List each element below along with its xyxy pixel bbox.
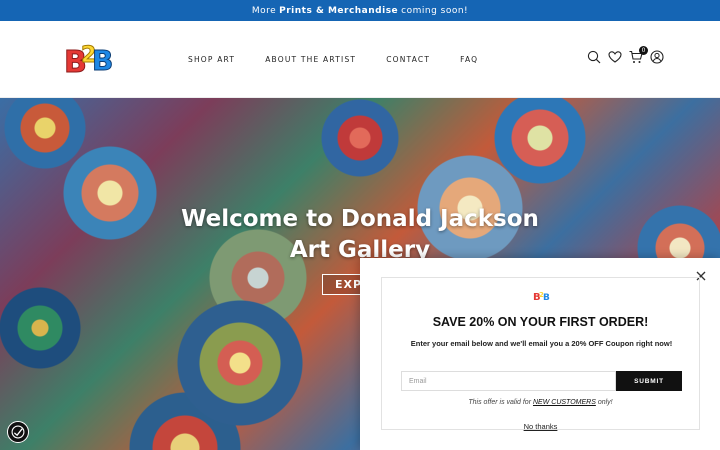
email-input[interactable]: Email <box>401 371 616 391</box>
hero-title: Welcome to Donald Jackson Art Gallery <box>181 206 539 263</box>
cart-button[interactable]: 0 <box>629 46 648 64</box>
nav-about-the-artist[interactable]: ABOUT THE ARTIST <box>265 55 356 64</box>
accessibility-icon[interactable] <box>7 421 29 443</box>
offer-highlight: NEW CUSTOMERS <box>532 399 596 406</box>
announcement-suffix: coming soon! <box>401 5 469 16</box>
search-icon[interactable] <box>587 50 601 64</box>
svg-text:B: B <box>92 44 113 77</box>
main-nav: SHOP ART ABOUT THE ARTIST CONTACT FAQ <box>188 55 478 64</box>
discount-popup: B 2 B SAVE 20% ON YOUR FIRST ORDER! Ente… <box>360 258 720 450</box>
cart-count-badge: 0 <box>639 46 648 55</box>
site-header: B 2 B SHOP ART ABOUT THE ARTIST CONTACT … <box>0 21 720 98</box>
heart-icon[interactable] <box>608 50 622 64</box>
popup-content: B 2 B SAVE 20% ON YOUR FIRST ORDER! Ente… <box>381 277 700 431</box>
popup-logo: B 2 B <box>533 291 550 302</box>
nav-shop-art[interactable]: SHOP ART <box>188 55 235 64</box>
offer-suffix: only! <box>597 399 613 406</box>
account-icon[interactable] <box>650 50 664 64</box>
nav-contact[interactable]: CONTACT <box>386 55 430 64</box>
brand-logo[interactable]: B 2 B <box>62 38 118 79</box>
svg-text:B: B <box>543 293 550 302</box>
offer-note: This offer is valid for NEW CUSTOMERS on… <box>382 399 699 406</box>
announcement-bar: More Prints & Merchandise coming soon! <box>0 0 720 21</box>
header-icons: 0 <box>587 46 664 64</box>
no-thanks-link[interactable]: No thanks <box>382 422 699 431</box>
popup-title: SAVE 20% ON YOUR FIRST ORDER! <box>432 315 649 329</box>
offer-prefix: This offer is valid for <box>468 399 532 406</box>
popup-subtitle: Enter your email below and we'll email y… <box>410 339 673 348</box>
nav-faq[interactable]: FAQ <box>460 55 478 64</box>
announcement-highlight: Prints & Merchandise <box>279 5 399 16</box>
announcement-prefix: More <box>251 5 277 16</box>
submit-button[interactable]: SUBMIT <box>616 371 682 391</box>
